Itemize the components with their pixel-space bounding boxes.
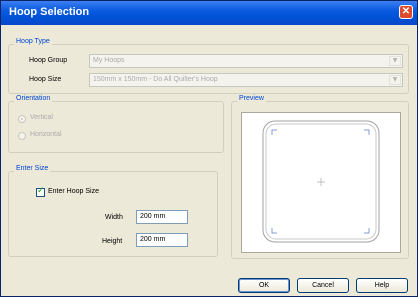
cancel-button[interactable]: Cancel <box>297 278 349 293</box>
height-label: Height <box>102 238 123 245</box>
radio-vertical-label: Vertical <box>30 114 53 121</box>
enter-hoop-size-checkbox[interactable] <box>36 186 45 197</box>
orientation-group: Orientation Vertical Horizontal <box>8 95 224 153</box>
ok-button[interactable]: OK <box>238 278 290 293</box>
hoop-preview-icon <box>262 120 380 243</box>
hoop-size-label: Hoop Size <box>29 76 62 83</box>
preview-legend: Preview <box>237 95 266 102</box>
hoop-group-value: My Hoops <box>93 57 125 64</box>
height-value: 200 mm <box>140 236 166 243</box>
chevron-down-icon[interactable]: ▼ <box>389 56 401 66</box>
radio-horizontal[interactable] <box>18 132 26 140</box>
width-value: 200 mm <box>140 213 166 220</box>
hoop-size-select[interactable]: 150mm x 150mm - Do All Quilter's Hoop ▼ <box>89 73 403 87</box>
hoop-group-select[interactable]: My Hoops ▼ <box>89 54 403 68</box>
height-input[interactable]: 200 mm <box>136 233 188 247</box>
close-button[interactable]: ✕ <box>399 5 413 19</box>
hoop-type-group: Hoop Type Hoop Group My Hoops ▼ Hoop Siz… <box>8 38 409 94</box>
width-label: Width <box>105 214 123 221</box>
width-input[interactable]: 200 mm <box>136 210 188 224</box>
radio-vertical[interactable] <box>18 115 26 123</box>
dialog-title: Hoop Selection <box>9 6 90 18</box>
preview-canvas <box>241 112 401 253</box>
hoop-type-legend: Hoop Type <box>14 38 52 45</box>
hoop-group-label: Hoop Group <box>29 57 68 64</box>
enter-hoop-size-label[interactable]: Enter Hoop Size <box>48 188 99 195</box>
enter-size-group: Enter Size Enter Hoop Size Width 200 mm … <box>8 165 218 257</box>
help-button[interactable]: Help <box>356 278 408 293</box>
enter-size-legend: Enter Size <box>14 165 51 172</box>
hoop-selection-dialog: Hoop Selection ✕ Hoop Type Hoop Group My… <box>0 0 418 297</box>
preview-group: Preview <box>231 95 409 259</box>
close-icon: ✕ <box>401 6 411 17</box>
title-bar[interactable]: Hoop Selection ✕ <box>1 1 417 25</box>
orientation-legend: Orientation <box>14 95 53 102</box>
radio-horizontal-label: Horizontal <box>30 131 62 138</box>
chevron-down-icon[interactable]: ▼ <box>389 75 401 85</box>
hoop-size-value: 150mm x 150mm - Do All Quilter's Hoop <box>93 76 218 83</box>
